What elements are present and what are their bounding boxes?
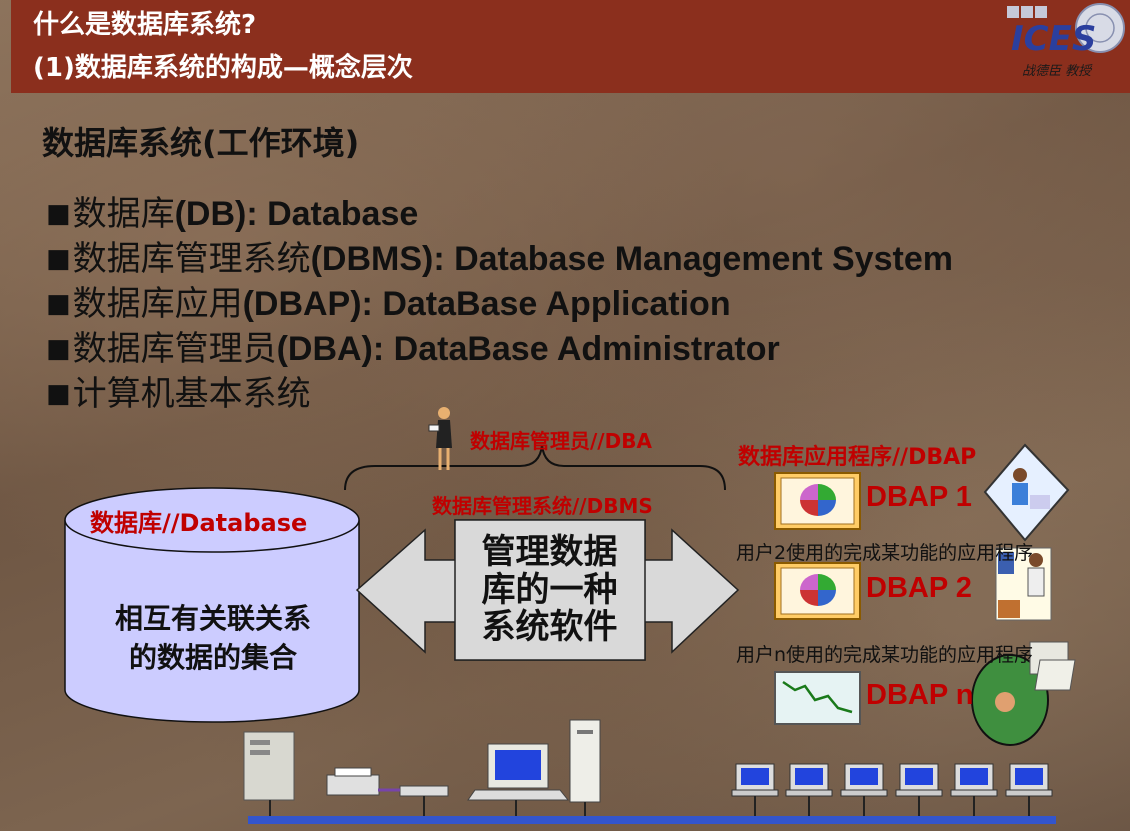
- terminal-icon: [950, 763, 998, 818]
- cylinder-text-line2: 的数据的集合: [128, 641, 297, 674]
- terminal-icon: [1005, 763, 1053, 818]
- terminal-icon: [840, 763, 888, 818]
- arrow-text-line3: 系统软件: [481, 607, 618, 647]
- terminal-icons: [731, 763, 1053, 818]
- desktop-computer-icon: [467, 743, 570, 818]
- dba-person-icon: [428, 407, 452, 470]
- dbapn-label: DBAP n: [866, 679, 974, 711]
- dbap1-chart-icon: [774, 472, 861, 530]
- arrow-text-line1: 管理数据: [481, 532, 618, 572]
- dbms-label: 数据库管理系统//DBMS: [432, 494, 653, 518]
- usern-caption: 用户n使用的完成某功能的应用程序: [736, 644, 1034, 666]
- dba-label: 数据库管理员//DBA: [470, 429, 652, 453]
- dbapn-chart-icon: [774, 671, 861, 725]
- dbap2-label: DBAP 2: [866, 572, 972, 604]
- dbap1-label: DBAP 1: [866, 481, 972, 513]
- network-bus-line: [248, 816, 1056, 824]
- server-tower-icon: [243, 731, 295, 818]
- printer-icon: [326, 767, 449, 818]
- dbap-label: 数据库应用程序//DBAP: [738, 445, 977, 470]
- user2-caption: 用户2使用的完成某功能的应用程序: [736, 542, 1034, 564]
- database-label: 数据库//Database: [90, 509, 308, 537]
- terminal-icon: [785, 763, 833, 818]
- user1-person-icon: [983, 443, 1070, 542]
- cylinder-text-line1: 相互有关联关系: [114, 602, 311, 635]
- terminal-icon: [731, 763, 779, 818]
- dbap2-chart-icon: [774, 562, 861, 620]
- terminal-icon: [895, 763, 943, 818]
- mini-tower-icon: [569, 719, 601, 818]
- arrow-text-line2: 库的一种: [481, 570, 618, 610]
